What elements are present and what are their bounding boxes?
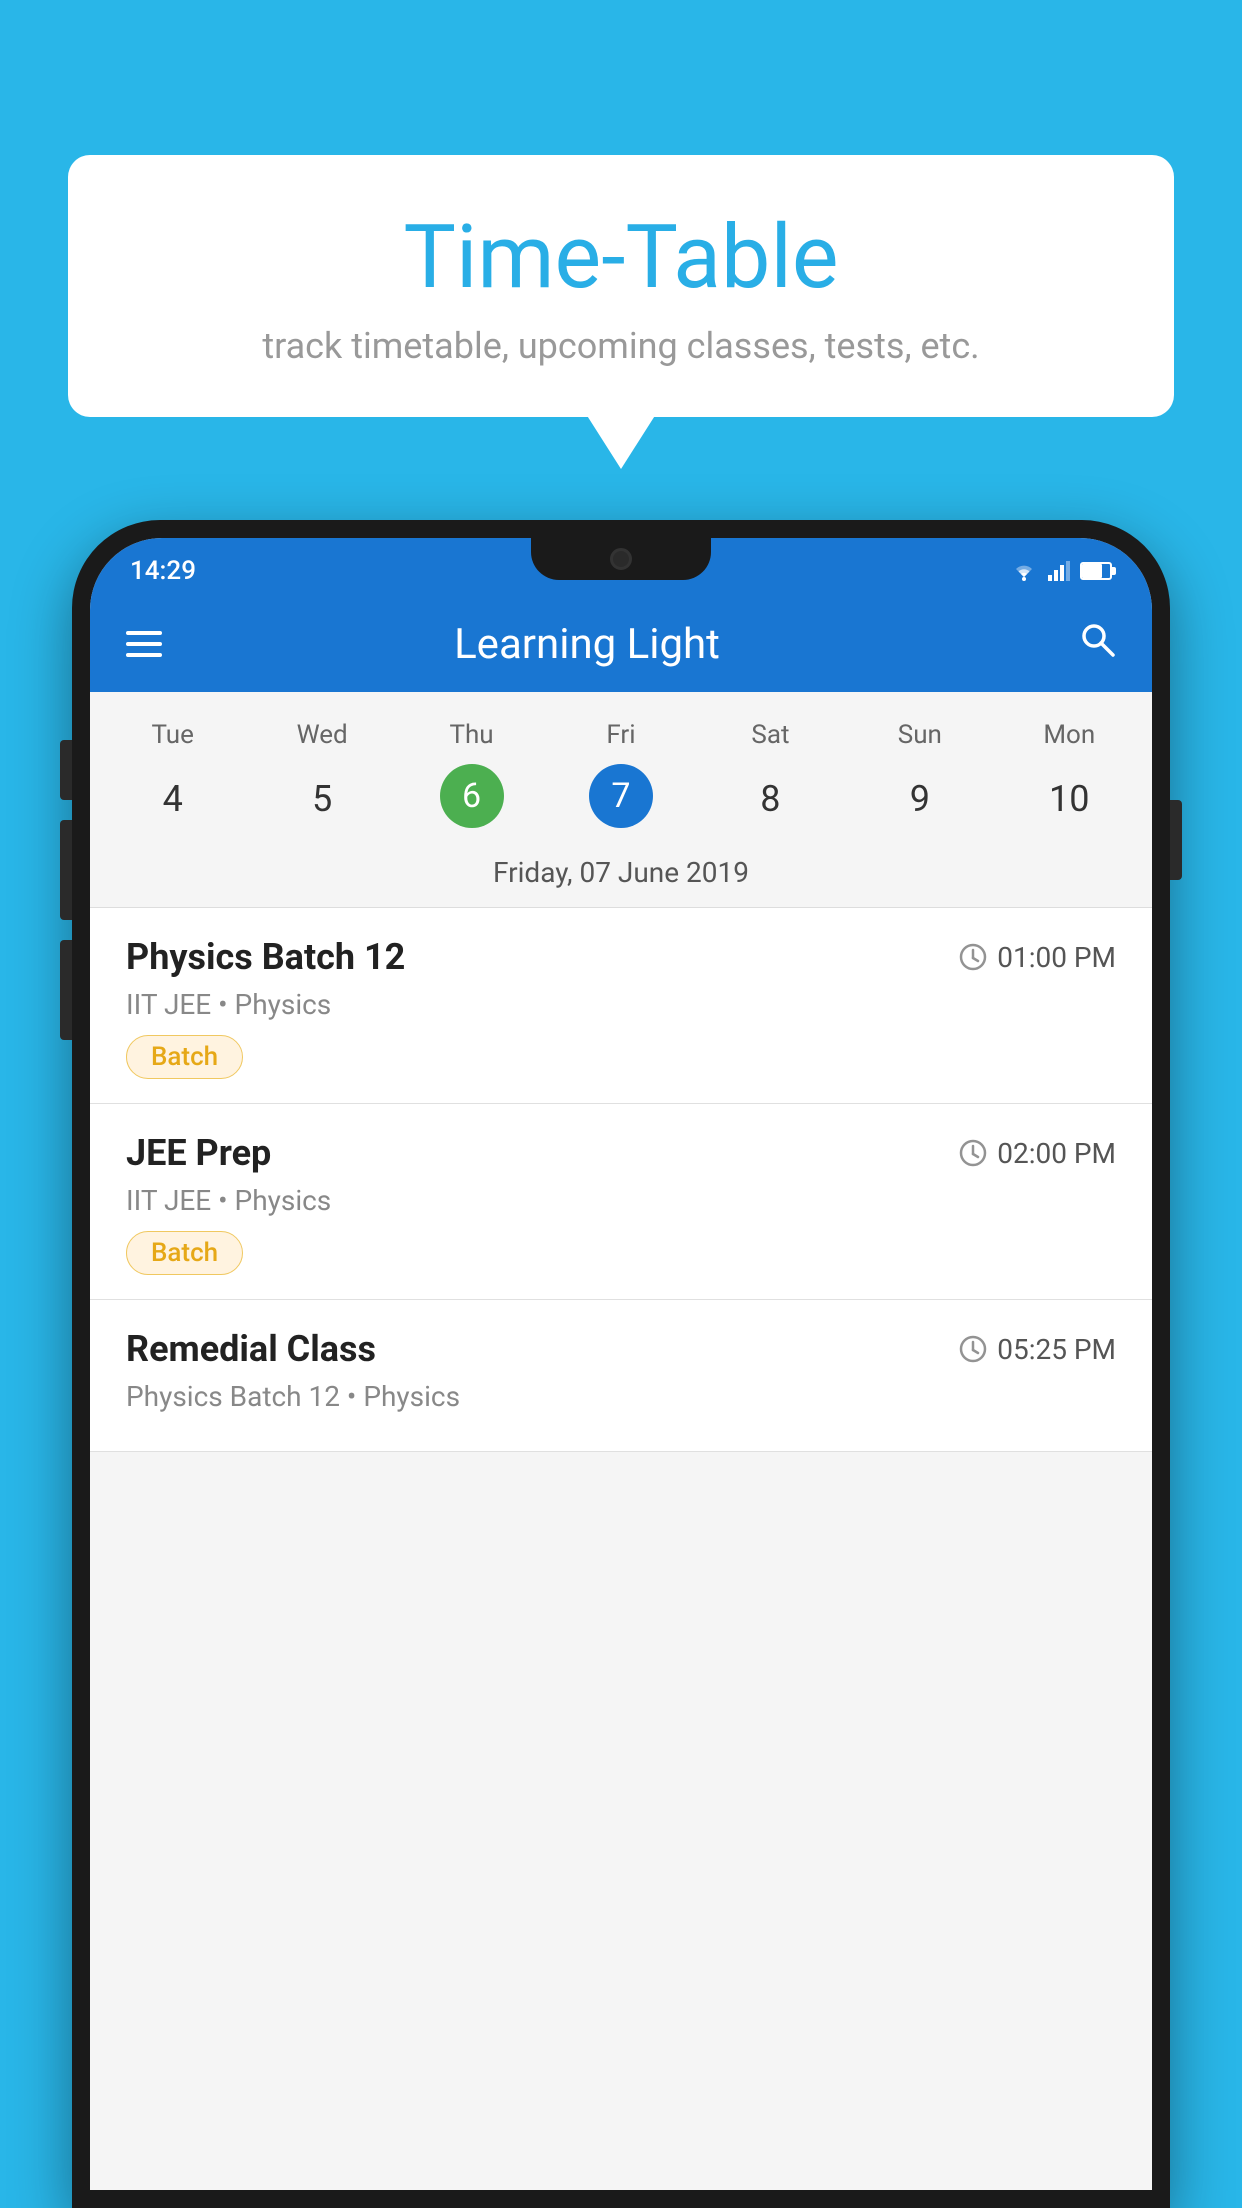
schedule-item-2-time: 05:25 PM [959,1333,1116,1366]
phone-screen: 14:29 [90,538,1152,2190]
day-header-tue: Tue [98,712,247,758]
calendar-week: Tue Wed Thu Fri Sat Sun Mon 4 5 6 7 8 9 … [90,692,1152,908]
day-header-fri: Fri [546,712,695,758]
schedule-item-2[interactable]: Remedial Class 05:25 PM Physics Batch 12… [90,1300,1152,1452]
day-8[interactable]: 8 [696,764,845,834]
silent-button [60,940,72,1040]
day-header-sat: Sat [696,712,845,758]
clock-icon-2 [959,1335,987,1363]
schedule-item-0[interactable]: Physics Batch 12 01:00 PM IIT JEE • Phys… [90,908,1152,1104]
day-7-selected[interactable]: 7 [589,764,653,828]
day-header-thu: Thu [397,712,546,758]
bubble-title: Time-Table [128,210,1114,307]
app-title: Learning Light [192,620,982,669]
schedule-item-0-badge: Batch [126,1035,243,1079]
app-bar: Learning Light [90,596,1152,692]
schedule-item-1-title: JEE Prep [126,1132,271,1174]
wifi-icon [1010,561,1038,581]
hamburger-menu-icon[interactable] [126,631,162,657]
schedule-item-0-subtitle: IIT JEE • Physics [126,988,1116,1021]
phone-outer: 14:29 [72,520,1170,2208]
day-numbers: 4 5 6 7 8 9 10 [90,758,1152,846]
schedule-item-1-time: 02:00 PM [959,1137,1116,1170]
day-10[interactable]: 10 [995,764,1144,834]
schedule-item-2-header: Remedial Class 05:25 PM [126,1328,1116,1370]
day-9[interactable]: 9 [845,764,994,834]
schedule-item-0-time: 01:00 PM [959,941,1116,974]
speech-bubble-container: Time-Table track timetable, upcoming cla… [68,155,1174,417]
schedule-item-0-time-label: 01:00 PM [997,941,1116,974]
bubble-subtitle: track timetable, upcoming classes, tests… [128,325,1114,367]
clock-icon-0 [959,943,987,971]
schedule-item-0-header: Physics Batch 12 01:00 PM [126,936,1116,978]
status-icons [1010,561,1112,581]
schedule-item-2-subtitle: Physics Batch 12 • Physics [126,1380,1116,1413]
status-time: 14:29 [130,556,196,586]
day-6-today[interactable]: 6 [440,764,504,828]
phone-notch [531,538,711,580]
day-header-mon: Mon [995,712,1144,758]
schedule-item-2-title: Remedial Class [126,1328,376,1370]
volume-down-button [60,820,72,920]
schedule-item-1-time-label: 02:00 PM [997,1137,1116,1170]
clock-icon-1 [959,1139,987,1167]
day-headers: Tue Wed Thu Fri Sat Sun Mon [90,712,1152,758]
volume-up-button [60,740,72,800]
schedule-item-0-title: Physics Batch 12 [126,936,405,978]
schedule-item-2-time-label: 05:25 PM [997,1333,1116,1366]
schedule-item-1-subtitle: IIT JEE • Physics [126,1184,1116,1217]
phone-frame: 14:29 [72,520,1170,2208]
power-button [1170,800,1182,880]
schedule-item-1-header: JEE Prep 02:00 PM [126,1132,1116,1174]
signal-icon [1048,561,1070,581]
day-4[interactable]: 4 [98,764,247,834]
schedule-item-1-badge: Batch [126,1231,243,1275]
speech-bubble: Time-Table track timetable, upcoming cla… [68,155,1174,417]
schedule-list: Physics Batch 12 01:00 PM IIT JEE • Phys… [90,908,1152,1452]
selected-date-label: Friday, 07 June 2019 [90,846,1152,908]
day-header-sun: Sun [845,712,994,758]
battery-fill [1082,564,1102,578]
day-5[interactable]: 5 [247,764,396,834]
battery-icon [1080,562,1112,580]
day-header-wed: Wed [247,712,396,758]
camera-dot [610,548,632,570]
schedule-item-1[interactable]: JEE Prep 02:00 PM IIT JEE • Physics Batc… [90,1104,1152,1300]
search-icon[interactable] [1078,620,1116,669]
